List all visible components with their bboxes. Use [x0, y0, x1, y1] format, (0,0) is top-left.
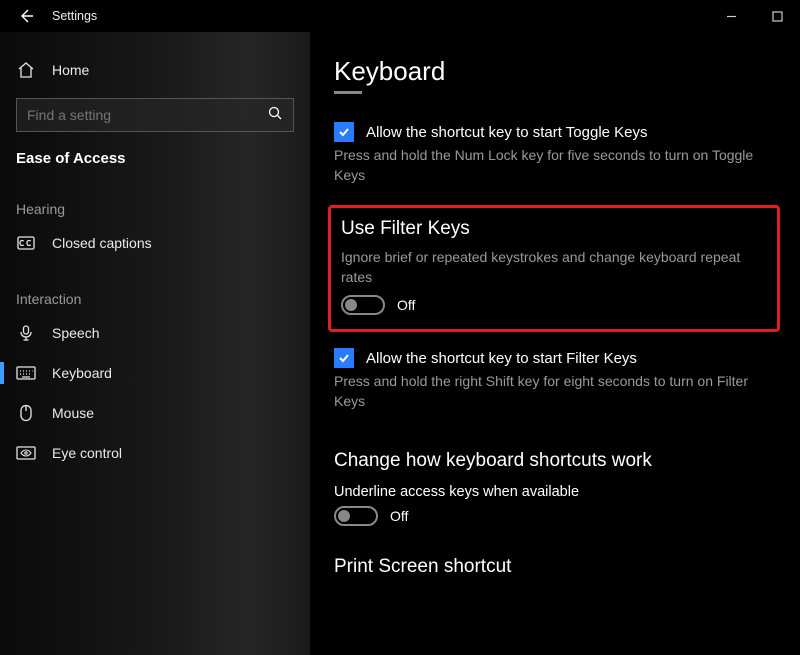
microphone-icon: [16, 323, 36, 343]
maximize-button[interactable]: [754, 0, 800, 32]
arrow-left-icon: [18, 8, 34, 24]
page-title: Keyboard: [334, 56, 780, 87]
shortcuts-heading: Change how keyboard shortcuts work: [334, 450, 780, 472]
underline-access-keys-label: Underline access keys when available: [334, 484, 780, 500]
sidebar-item-label: Speech: [52, 325, 99, 341]
sidebar-item-label: Eye control: [52, 445, 122, 461]
underline-access-keys-toggle[interactable]: [334, 506, 378, 526]
sidebar-item-eye-control[interactable]: Eye control: [0, 433, 310, 473]
title-underline: [334, 91, 362, 94]
filter-keys-toggle-state: Off: [397, 297, 415, 313]
check-icon: [337, 125, 351, 139]
minimize-icon: [726, 11, 737, 22]
sidebar-item-speech[interactable]: Speech: [0, 313, 310, 353]
eye-control-icon: [16, 443, 36, 463]
nav-home-label: Home: [52, 62, 89, 78]
maximize-icon: [772, 11, 783, 22]
search-icon: [267, 105, 283, 126]
sidebar-item-label: Keyboard: [52, 365, 112, 381]
sidebar-item-keyboard[interactable]: Keyboard: [0, 353, 310, 393]
filter-keys-shortcut-label: Allow the shortcut key to start Filter K…: [366, 350, 637, 367]
sidebar-item-label: Closed captions: [52, 235, 152, 251]
window-title: Settings: [52, 9, 97, 23]
filter-keys-heading: Use Filter Keys: [341, 218, 763, 240]
minimize-button[interactable]: [708, 0, 754, 32]
filter-keys-desc: Ignore brief or repeated keystrokes and …: [341, 248, 761, 287]
group-interaction: Interaction: [0, 263, 310, 313]
back-button[interactable]: [14, 4, 38, 28]
search-box[interactable]: [16, 98, 294, 132]
main-panel: Keyboard Allow the shortcut key to start…: [310, 32, 800, 655]
sidebar-section-label: Ease of Access: [0, 146, 310, 173]
check-icon: [337, 351, 351, 365]
filter-keys-shortcut-checkbox[interactable]: [334, 348, 354, 368]
sidebar-item-closed-captions[interactable]: Closed captions: [0, 223, 310, 263]
toggle-keys-desc: Press and hold the Num Lock key for five…: [334, 146, 754, 185]
group-hearing: Hearing: [0, 173, 310, 223]
highlight-box: Use Filter Keys Ignore brief or repeated…: [328, 205, 780, 332]
filter-keys-toggle[interactable]: [341, 295, 385, 315]
toggle-keys-shortcut-label: Allow the shortcut key to start Toggle K…: [366, 124, 648, 141]
sidebar: Home Ease of Access Hearing Closed capti…: [0, 32, 310, 655]
toggle-keys-shortcut-checkbox[interactable]: [334, 122, 354, 142]
sidebar-item-mouse[interactable]: Mouse: [0, 393, 310, 433]
home-icon: [16, 60, 36, 80]
titlebar: Settings: [0, 0, 800, 32]
nav-home[interactable]: Home: [0, 50, 310, 90]
filter-keys-shortcut-desc: Press and hold the right Shift key for e…: [334, 372, 754, 411]
search-input[interactable]: [27, 107, 267, 123]
sidebar-item-label: Mouse: [52, 405, 94, 421]
mouse-icon: [16, 403, 36, 423]
underline-access-keys-state: Off: [390, 508, 408, 524]
printscreen-heading: Print Screen shortcut: [334, 556, 780, 578]
keyboard-icon: [16, 363, 36, 383]
closed-captions-icon: [16, 233, 36, 253]
